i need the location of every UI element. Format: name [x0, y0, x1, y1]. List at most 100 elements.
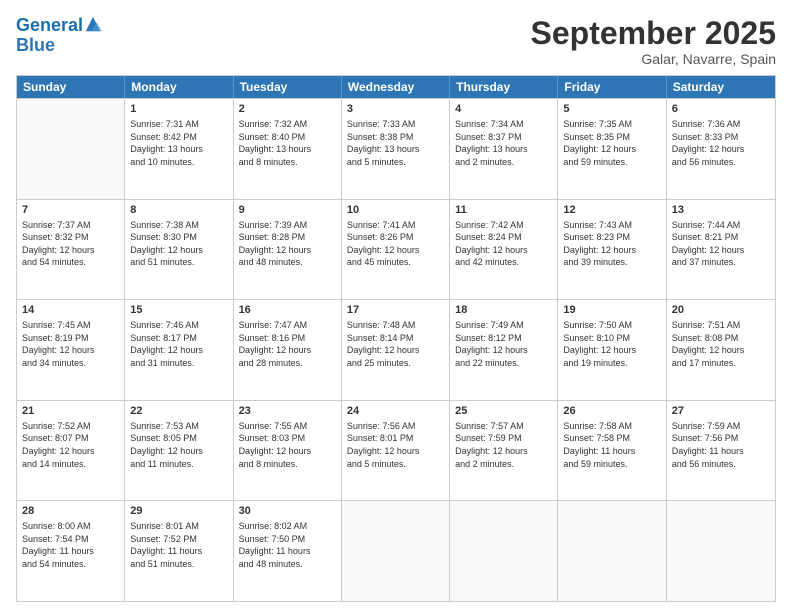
cell-w1-d7: 6Sunrise: 7:36 AM Sunset: 8:33 PM Daylig… — [667, 99, 775, 199]
cell-info: Sunrise: 7:55 AM Sunset: 8:03 PM Dayligh… — [239, 420, 336, 470]
cell-info: Sunrise: 7:59 AM Sunset: 7:56 PM Dayligh… — [672, 420, 770, 470]
day-number: 16 — [239, 303, 336, 318]
day-number: 5 — [563, 102, 660, 117]
cell-info: Sunrise: 7:41 AM Sunset: 8:26 PM Dayligh… — [347, 219, 444, 269]
cell-info: Sunrise: 7:37 AM Sunset: 8:32 PM Dayligh… — [22, 219, 119, 269]
day-number: 12 — [563, 203, 660, 218]
week-row-3: 14Sunrise: 7:45 AM Sunset: 8:19 PM Dayli… — [17, 299, 775, 400]
cell-w5-d5 — [450, 501, 558, 601]
day-number: 26 — [563, 404, 660, 419]
cell-info: Sunrise: 7:50 AM Sunset: 8:10 PM Dayligh… — [563, 319, 660, 369]
header-saturday: Saturday — [667, 76, 775, 98]
day-number: 24 — [347, 404, 444, 419]
cell-info: Sunrise: 7:53 AM Sunset: 8:05 PM Dayligh… — [130, 420, 227, 470]
calendar-body: 1Sunrise: 7:31 AM Sunset: 8:42 PM Daylig… — [17, 98, 775, 601]
day-number: 29 — [130, 504, 227, 519]
cell-w1-d3: 2Sunrise: 7:32 AM Sunset: 8:40 PM Daylig… — [234, 99, 342, 199]
day-number: 11 — [455, 203, 552, 218]
cell-w2-d5: 11Sunrise: 7:42 AM Sunset: 8:24 PM Dayli… — [450, 200, 558, 300]
cell-w1-d5: 4Sunrise: 7:34 AM Sunset: 8:37 PM Daylig… — [450, 99, 558, 199]
header-friday: Friday — [558, 76, 666, 98]
cell-info: Sunrise: 8:01 AM Sunset: 7:52 PM Dayligh… — [130, 520, 227, 570]
cell-w5-d7 — [667, 501, 775, 601]
day-number: 9 — [239, 203, 336, 218]
cell-w4-d7: 27Sunrise: 7:59 AM Sunset: 7:56 PM Dayli… — [667, 401, 775, 501]
day-number: 20 — [672, 303, 770, 318]
day-number: 23 — [239, 404, 336, 419]
day-number: 13 — [672, 203, 770, 218]
cell-info: Sunrise: 7:56 AM Sunset: 8:01 PM Dayligh… — [347, 420, 444, 470]
cell-w4-d4: 24Sunrise: 7:56 AM Sunset: 8:01 PM Dayli… — [342, 401, 450, 501]
cell-w3-d3: 16Sunrise: 7:47 AM Sunset: 8:16 PM Dayli… — [234, 300, 342, 400]
cell-w4-d6: 26Sunrise: 7:58 AM Sunset: 7:58 PM Dayli… — [558, 401, 666, 501]
title-area: September 2025 Galar, Navarre, Spain — [531, 16, 776, 67]
day-number: 28 — [22, 504, 119, 519]
day-number: 6 — [672, 102, 770, 117]
cell-w2-d6: 12Sunrise: 7:43 AM Sunset: 8:23 PM Dayli… — [558, 200, 666, 300]
day-number: 4 — [455, 102, 552, 117]
cell-info: Sunrise: 7:38 AM Sunset: 8:30 PM Dayligh… — [130, 219, 227, 269]
cell-w3-d7: 20Sunrise: 7:51 AM Sunset: 8:08 PM Dayli… — [667, 300, 775, 400]
logo-text-line2: Blue — [16, 36, 102, 56]
cell-w2-d4: 10Sunrise: 7:41 AM Sunset: 8:26 PM Dayli… — [342, 200, 450, 300]
cell-w3-d5: 18Sunrise: 7:49 AM Sunset: 8:12 PM Dayli… — [450, 300, 558, 400]
day-number: 1 — [130, 102, 227, 117]
day-number: 30 — [239, 504, 336, 519]
day-number: 18 — [455, 303, 552, 318]
week-row-4: 21Sunrise: 7:52 AM Sunset: 8:07 PM Dayli… — [17, 400, 775, 501]
cell-info: Sunrise: 7:35 AM Sunset: 8:35 PM Dayligh… — [563, 118, 660, 168]
cell-w3-d2: 15Sunrise: 7:46 AM Sunset: 8:17 PM Dayli… — [125, 300, 233, 400]
cell-info: Sunrise: 8:02 AM Sunset: 7:50 PM Dayligh… — [239, 520, 336, 570]
day-number: 27 — [672, 404, 770, 419]
calendar-header: Sunday Monday Tuesday Wednesday Thursday… — [17, 76, 775, 98]
cell-info: Sunrise: 7:42 AM Sunset: 8:24 PM Dayligh… — [455, 219, 552, 269]
day-number: 15 — [130, 303, 227, 318]
cell-info: Sunrise: 7:52 AM Sunset: 8:07 PM Dayligh… — [22, 420, 119, 470]
calendar: Sunday Monday Tuesday Wednesday Thursday… — [16, 75, 776, 602]
day-number: 21 — [22, 404, 119, 419]
cell-info: Sunrise: 7:45 AM Sunset: 8:19 PM Dayligh… — [22, 319, 119, 369]
header-sunday: Sunday — [17, 76, 125, 98]
day-number: 14 — [22, 303, 119, 318]
cell-info: Sunrise: 7:47 AM Sunset: 8:16 PM Dayligh… — [239, 319, 336, 369]
day-number: 3 — [347, 102, 444, 117]
cell-w3-d1: 14Sunrise: 7:45 AM Sunset: 8:19 PM Dayli… — [17, 300, 125, 400]
day-number: 7 — [22, 203, 119, 218]
cell-info: Sunrise: 7:48 AM Sunset: 8:14 PM Dayligh… — [347, 319, 444, 369]
cell-info: Sunrise: 7:44 AM Sunset: 8:21 PM Dayligh… — [672, 219, 770, 269]
cell-w1-d6: 5Sunrise: 7:35 AM Sunset: 8:35 PM Daylig… — [558, 99, 666, 199]
month-title: September 2025 — [531, 16, 776, 51]
cell-info: Sunrise: 7:33 AM Sunset: 8:38 PM Dayligh… — [347, 118, 444, 168]
header-wednesday: Wednesday — [342, 76, 450, 98]
cell-w1-d2: 1Sunrise: 7:31 AM Sunset: 8:42 PM Daylig… — [125, 99, 233, 199]
day-number: 2 — [239, 102, 336, 117]
day-number: 22 — [130, 404, 227, 419]
cell-w4-d1: 21Sunrise: 7:52 AM Sunset: 8:07 PM Dayli… — [17, 401, 125, 501]
cell-w2-d2: 8Sunrise: 7:38 AM Sunset: 8:30 PM Daylig… — [125, 200, 233, 300]
cell-info: Sunrise: 7:43 AM Sunset: 8:23 PM Dayligh… — [563, 219, 660, 269]
cell-info: Sunrise: 7:34 AM Sunset: 8:37 PM Dayligh… — [455, 118, 552, 168]
day-number: 10 — [347, 203, 444, 218]
cell-info: Sunrise: 7:46 AM Sunset: 8:17 PM Dayligh… — [130, 319, 227, 369]
cell-w5-d3: 30Sunrise: 8:02 AM Sunset: 7:50 PM Dayli… — [234, 501, 342, 601]
logo: General Blue — [16, 16, 102, 56]
cell-info: Sunrise: 7:57 AM Sunset: 7:59 PM Dayligh… — [455, 420, 552, 470]
cell-w2-d3: 9Sunrise: 7:39 AM Sunset: 8:28 PM Daylig… — [234, 200, 342, 300]
cell-w5-d4 — [342, 501, 450, 601]
cell-w4-d3: 23Sunrise: 7:55 AM Sunset: 8:03 PM Dayli… — [234, 401, 342, 501]
cell-w3-d6: 19Sunrise: 7:50 AM Sunset: 8:10 PM Dayli… — [558, 300, 666, 400]
week-row-1: 1Sunrise: 7:31 AM Sunset: 8:42 PM Daylig… — [17, 98, 775, 199]
cell-w5-d1: 28Sunrise: 8:00 AM Sunset: 7:54 PM Dayli… — [17, 501, 125, 601]
cell-w5-d2: 29Sunrise: 8:01 AM Sunset: 7:52 PM Dayli… — [125, 501, 233, 601]
header-tuesday: Tuesday — [234, 76, 342, 98]
cell-w1-d1 — [17, 99, 125, 199]
cell-info: Sunrise: 7:49 AM Sunset: 8:12 PM Dayligh… — [455, 319, 552, 369]
subtitle: Galar, Navarre, Spain — [531, 51, 776, 67]
cell-w1-d4: 3Sunrise: 7:33 AM Sunset: 8:38 PM Daylig… — [342, 99, 450, 199]
cell-w5-d6 — [558, 501, 666, 601]
cell-info: Sunrise: 7:58 AM Sunset: 7:58 PM Dayligh… — [563, 420, 660, 470]
week-row-2: 7Sunrise: 7:37 AM Sunset: 8:32 PM Daylig… — [17, 199, 775, 300]
cell-w2-d1: 7Sunrise: 7:37 AM Sunset: 8:32 PM Daylig… — [17, 200, 125, 300]
logo-text-line1: General — [16, 16, 83, 36]
day-number: 25 — [455, 404, 552, 419]
